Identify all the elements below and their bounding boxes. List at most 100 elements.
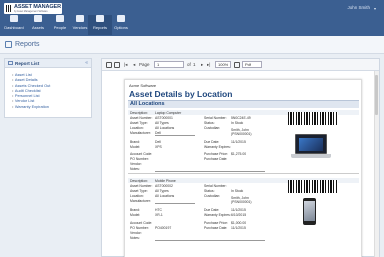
user-menu[interactable]: John Smith xyxy=(347,5,370,10)
field-underline xyxy=(155,203,195,204)
last-page-icon[interactable]: ▸| xyxy=(207,62,210,68)
label-notes: Notes: xyxy=(130,167,140,171)
label-manufacturer: Manufacturer: xyxy=(130,131,151,135)
assets-icon xyxy=(34,15,42,22)
asset-record: Description: Mobile Phone Asset Number: … xyxy=(128,178,359,257)
value-model: XR-1 xyxy=(155,213,163,217)
value-serial-number: 5N0C24E-49 xyxy=(231,116,251,120)
value-asset-type: All Types xyxy=(155,189,169,193)
value-location: All Locations xyxy=(155,126,175,130)
asset-barcode xyxy=(288,112,338,125)
label-vendor: Vendor: xyxy=(130,231,142,235)
print-preview-icon[interactable] xyxy=(114,62,120,68)
laptop-photo xyxy=(291,132,331,160)
asset-record: Description: Laptop Computer Asset Numbe… xyxy=(128,110,359,174)
label-status: Status: xyxy=(204,189,215,193)
label-warranty-expires: Warranty Expires: xyxy=(204,213,231,217)
report-page: Acme Software Asset Details by Location … xyxy=(124,79,362,257)
report-list-panel: Report List « Asset List Asset Details A… xyxy=(4,58,92,118)
nav-assets-label: Assets xyxy=(31,25,44,30)
value-due-date: 11/1/2015 xyxy=(231,140,246,144)
app-logo[interactable]: ASSET MANAGER by Asset Management Softwa… xyxy=(4,3,62,14)
label-warranty-expires: Warranty Expires: xyxy=(204,145,231,149)
total-pages: 1 xyxy=(193,62,196,67)
page-title: Reports xyxy=(15,41,40,48)
export-format-select[interactable]: Pdf xyxy=(242,61,262,68)
value-status: In Stock xyxy=(231,189,244,193)
reports-icon xyxy=(5,41,12,48)
report-list: Asset List Asset Details Assets Checked … xyxy=(12,72,50,109)
value-brand: Dell xyxy=(155,140,161,144)
asset-barcode xyxy=(288,180,338,193)
barcode-logo-icon xyxy=(6,5,12,12)
value-location: All Locations xyxy=(155,194,175,198)
phone-photo xyxy=(303,198,316,225)
report-title: Asset Details by Location xyxy=(129,89,233,99)
label-manufacturer: Manufacturer: xyxy=(130,199,151,203)
value-due-date: 11/1/2015 xyxy=(231,208,246,212)
page-header xyxy=(0,36,384,54)
field-underline xyxy=(155,240,265,241)
list-icon xyxy=(8,61,13,65)
report-list-title: Report List xyxy=(15,61,40,66)
report-viewer: |◂ ◂ Page 1 of 1 ▸ ▸| 100% Pdf Acme Soft… xyxy=(101,58,380,257)
first-page-icon[interactable]: |◂ xyxy=(124,62,127,68)
location-group-header: All Locations xyxy=(128,100,359,108)
label-location: Location: xyxy=(130,194,144,198)
value-asset-number: AST000001 xyxy=(155,116,173,120)
label-due-date: Due Date: xyxy=(204,208,220,212)
next-page-icon[interactable]: ▸ xyxy=(201,62,203,68)
label-asset-type: Asset Type: xyxy=(130,189,148,193)
chevron-down-icon[interactable]: ▾ xyxy=(374,6,376,11)
value-warranty-expires: 6/10/2015 xyxy=(231,213,247,217)
label-brand: Brand: xyxy=(130,140,140,144)
viewer-toolbar: |◂ ◂ Page 1 of 1 ▸ ▸| 100% Pdf xyxy=(102,59,379,71)
nav-options-label: Options xyxy=(114,25,128,30)
prev-page-icon[interactable]: ◂ xyxy=(133,62,135,68)
field-underline xyxy=(155,135,195,136)
value-custodian: Smith, John (PSN000001) xyxy=(231,128,252,136)
label-description: Description: xyxy=(130,179,148,183)
label-brand: Brand: xyxy=(130,208,140,212)
label-account-code: Account Code: xyxy=(130,221,153,225)
label-model: Model: xyxy=(130,145,141,149)
value-asset-number: AST000002 xyxy=(155,184,173,188)
gear-icon xyxy=(117,15,125,22)
value-asset-type: All Types xyxy=(155,121,169,125)
nav-options[interactable]: Options xyxy=(109,15,133,35)
label-account-code: Account Code: xyxy=(130,152,153,156)
page-label: Page xyxy=(139,62,150,67)
value-po-number: PO400197 xyxy=(155,226,172,230)
value-purchase-date: 11/1/2015 xyxy=(231,226,246,230)
label-asset-number: Asset Number: xyxy=(130,184,153,188)
label-due-date: Due Date: xyxy=(204,140,220,144)
scrollbar-thumb[interactable] xyxy=(375,75,378,115)
collapse-icon[interactable]: « xyxy=(85,60,88,66)
logo-subtitle: by Asset Management Software xyxy=(14,10,48,13)
report-link-warranty-expiration[interactable]: Warranty Expiration xyxy=(12,104,50,109)
label-model: Model: xyxy=(130,213,141,217)
laptop-screen xyxy=(295,134,327,154)
laptop-base xyxy=(291,154,331,158)
report-company: Acme Software xyxy=(129,83,157,88)
people-icon xyxy=(56,15,64,22)
nav-assets[interactable]: Assets xyxy=(26,15,50,35)
zoom-select[interactable]: 100% xyxy=(215,61,231,68)
label-notes: Notes: xyxy=(130,236,140,240)
print-icon[interactable] xyxy=(106,62,112,68)
page-number-input[interactable]: 1 xyxy=(154,61,184,68)
value-status: In Stock xyxy=(231,121,244,125)
label-purchase-price: Purchase Price: xyxy=(204,221,228,225)
export-icon[interactable] xyxy=(234,62,240,68)
label-po-number: PO Number: xyxy=(130,226,149,230)
value-purchase-price: $1,275.00 xyxy=(231,152,247,156)
label-description: Description: xyxy=(130,111,148,115)
label-asset-number: Asset Number: xyxy=(130,116,153,120)
label-purchase-price: Purchase Price: xyxy=(204,152,228,156)
label-asset-type: Asset Type: xyxy=(130,121,148,125)
reports-icon xyxy=(96,15,104,22)
label-custodian: Custodian: xyxy=(204,126,221,130)
label-purchase-date: Purchase Date: xyxy=(204,226,228,230)
nav-dashboard[interactable]: Dashboard xyxy=(2,15,26,35)
report-list-header[interactable]: Report List « xyxy=(5,59,91,68)
